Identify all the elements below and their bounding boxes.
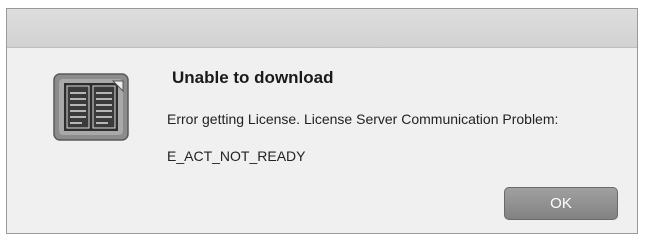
dialog-titlebar[interactable] <box>7 9 637 48</box>
error-code: E_ACT_NOT_READY <box>167 148 306 164</box>
error-message: Error getting License. License Server Co… <box>167 111 559 127</box>
dialog-title: Unable to download <box>172 68 334 87</box>
ok-button[interactable]: OK <box>504 187 618 220</box>
license-book-icon <box>53 73 129 141</box>
error-dialog: Unable to download Error getting License… <box>6 8 638 234</box>
